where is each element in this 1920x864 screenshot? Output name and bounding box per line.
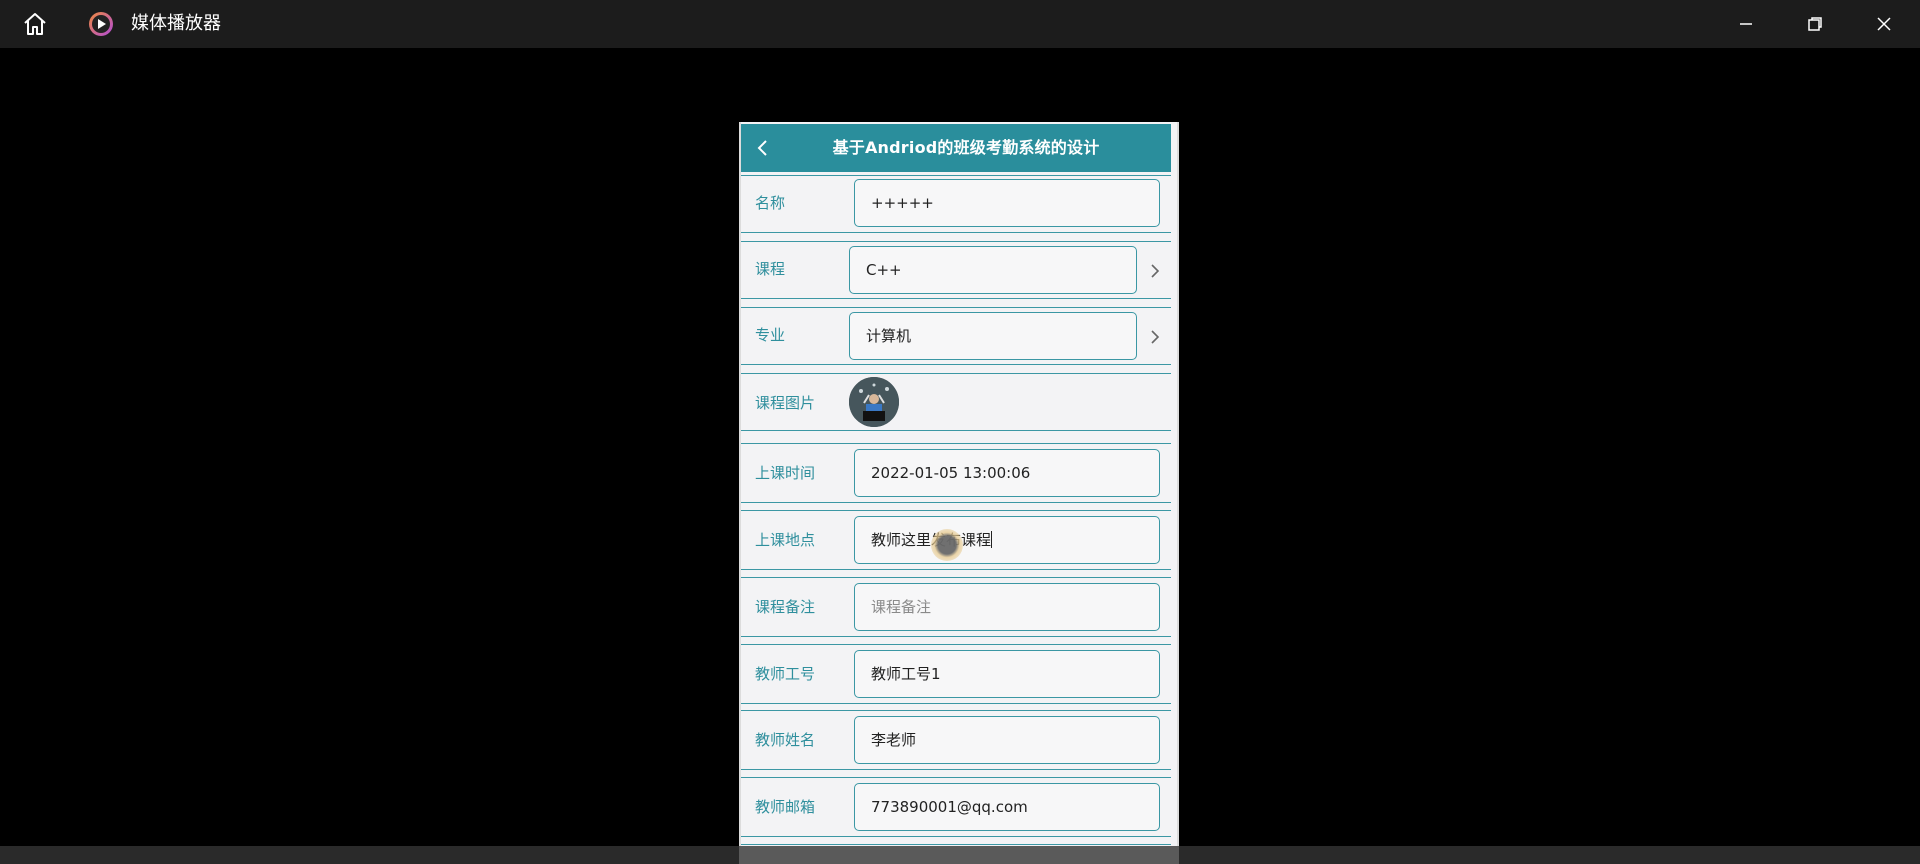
- course-note-input[interactable]: 课程备注: [854, 583, 1160, 631]
- class-time-input[interactable]: 2022-01-05 13:00:06: [854, 449, 1160, 497]
- page-title: 基于Andriod的班级考勤系统的设计: [832, 138, 1100, 157]
- media-player-logo-icon: [88, 11, 114, 37]
- form-row-teacher-name: 教师姓名 李老师: [741, 710, 1171, 770]
- player-control-strip: [0, 846, 1920, 864]
- form-row-teacher-email: 教师邮箱 773890001@qq.com: [741, 777, 1171, 837]
- teacher-id-input[interactable]: 教师工号1: [854, 650, 1160, 698]
- teacher-email-input[interactable]: 773890001@qq.com: [854, 783, 1160, 831]
- form-row-major[interactable]: 专业 计算机: [741, 307, 1171, 365]
- form-row-course-note: 课程备注 课程备注: [741, 577, 1171, 637]
- phone-screen: 基于Andriod的班级考勤系统的设计 名称 +++++ 课程 C++ 专业 计…: [739, 122, 1179, 864]
- form-row-course-image: 课程图片: [741, 373, 1171, 431]
- name-label: 名称: [755, 194, 786, 212]
- teacher-id-label: 教师工号: [755, 665, 816, 683]
- video-overlay-strip: [739, 846, 1179, 864]
- touch-pointer-indicator: [931, 529, 963, 561]
- app-header: 基于Andriod的班级考勤系统的设计: [741, 124, 1171, 172]
- chevron-right-icon[interactable]: [1149, 328, 1161, 346]
- minimize-icon[interactable]: [1734, 12, 1758, 36]
- course-image-thumbnail[interactable]: [849, 377, 899, 427]
- major-label: 专业: [755, 326, 786, 344]
- class-location-input[interactable]: 教师这里发布课程: [854, 516, 1160, 564]
- restore-icon[interactable]: [1803, 12, 1827, 36]
- teacher-name-input[interactable]: 李老师: [854, 716, 1160, 764]
- form-row-teacher-id: 教师工号 教师工号1: [741, 644, 1171, 704]
- course-note-label: 课程备注: [755, 598, 816, 616]
- teacher-name-label: 教师姓名: [755, 731, 816, 749]
- close-icon[interactable]: [1872, 12, 1896, 36]
- home-icon[interactable]: [22, 12, 48, 36]
- major-select[interactable]: 计算机: [849, 312, 1137, 360]
- name-input[interactable]: +++++: [854, 179, 1160, 227]
- chevron-right-icon[interactable]: [1149, 262, 1161, 280]
- form-row-class-time: 上课时间 2022-01-05 13:00:06: [741, 443, 1171, 503]
- form-row-course[interactable]: 课程 C++: [741, 241, 1171, 299]
- course-select[interactable]: C++: [849, 246, 1137, 294]
- teacher-email-label: 教师邮箱: [755, 798, 816, 816]
- window-titlebar: 媒体播放器: [0, 0, 1920, 48]
- course-label: 课程: [755, 260, 786, 278]
- class-time-label: 上课时间: [755, 464, 816, 482]
- text-caret: [991, 531, 993, 548]
- window-title: 媒体播放器: [131, 13, 221, 34]
- form-row-class-location: 上课地点 教师这里发布课程: [741, 510, 1171, 570]
- form-row-name: 名称 +++++: [741, 175, 1171, 233]
- class-location-label: 上课地点: [755, 531, 816, 549]
- course-image-label: 课程图片: [755, 394, 816, 412]
